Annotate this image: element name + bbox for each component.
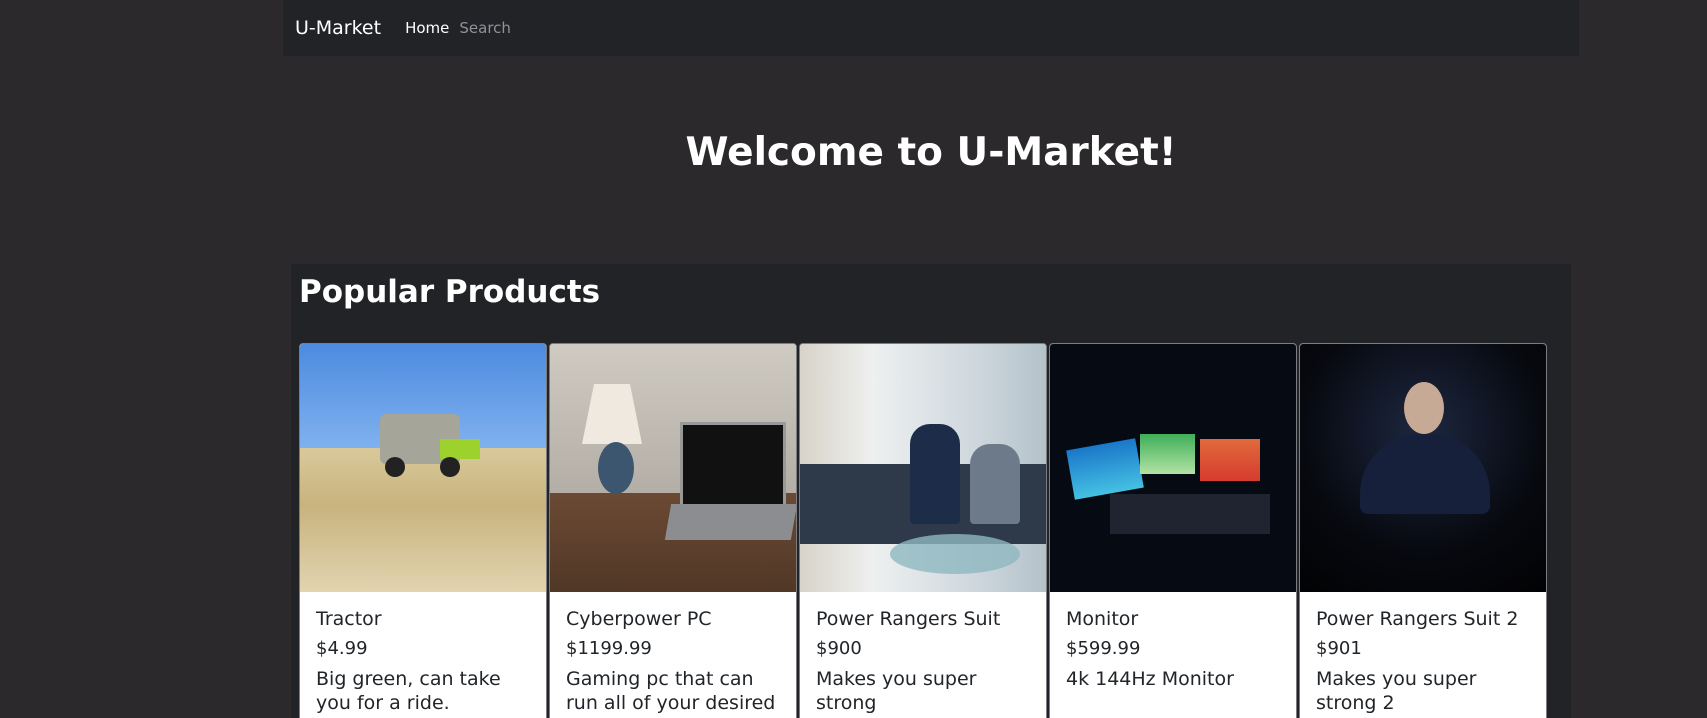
product-name: Cyberpower PC (566, 608, 712, 630)
product-image[interactable] (1300, 344, 1546, 592)
product-name: Tractor (316, 608, 382, 630)
product-description: Makes you super strong (816, 668, 977, 714)
product-image[interactable] (550, 344, 796, 592)
product-card[interactable]: Tractor $4.99 Big green, can take you fo… (299, 343, 547, 718)
product-card[interactable]: Power Rangers Suit 2 $901 Makes you supe… (1299, 343, 1547, 718)
product-image[interactable] (300, 344, 546, 592)
product-list: Tractor $4.99 Big green, can take you fo… (299, 343, 1549, 718)
product-price: $900 (816, 638, 862, 659)
product-description: Big green, can take you for a ride. (316, 668, 501, 714)
product-price: $1199.99 (566, 638, 652, 659)
product-name: Power Rangers Suit 2 (1316, 608, 1519, 630)
nav-search-link[interactable]: Search (459, 19, 511, 37)
brand-link[interactable]: U-Market (295, 17, 381, 39)
product-card[interactable]: Power Rangers Suit $900 Makes you super … (799, 343, 1047, 718)
product-description: 4k 144Hz Monitor (1066, 668, 1234, 690)
product-description: Gaming pc that can run all of your desir… (566, 668, 776, 714)
product-price: $4.99 (316, 638, 368, 659)
hero-title: Welcome to U-Market! (685, 130, 1177, 175)
product-card[interactable]: Cyberpower PC $1199.99 Gaming pc that ca… (549, 343, 797, 718)
product-image[interactable] (800, 344, 1046, 592)
product-name: Monitor (1066, 608, 1139, 630)
product-price: $901 (1316, 638, 1362, 659)
section-title: Popular Products (299, 274, 601, 310)
product-image[interactable] (1050, 344, 1296, 592)
product-description: Makes you super strong 2 (1316, 668, 1477, 714)
navbar: U-Market Home Search (283, 0, 1579, 56)
product-card[interactable]: Monitor $599.99 4k 144Hz Monitor (1049, 343, 1297, 718)
nav-home-link[interactable]: Home (405, 19, 449, 37)
product-name: Power Rangers Suit (816, 608, 1001, 630)
popular-products-section: Popular Products Tractor $4.99 Big green… (291, 264, 1571, 718)
product-price: $599.99 (1066, 638, 1141, 659)
